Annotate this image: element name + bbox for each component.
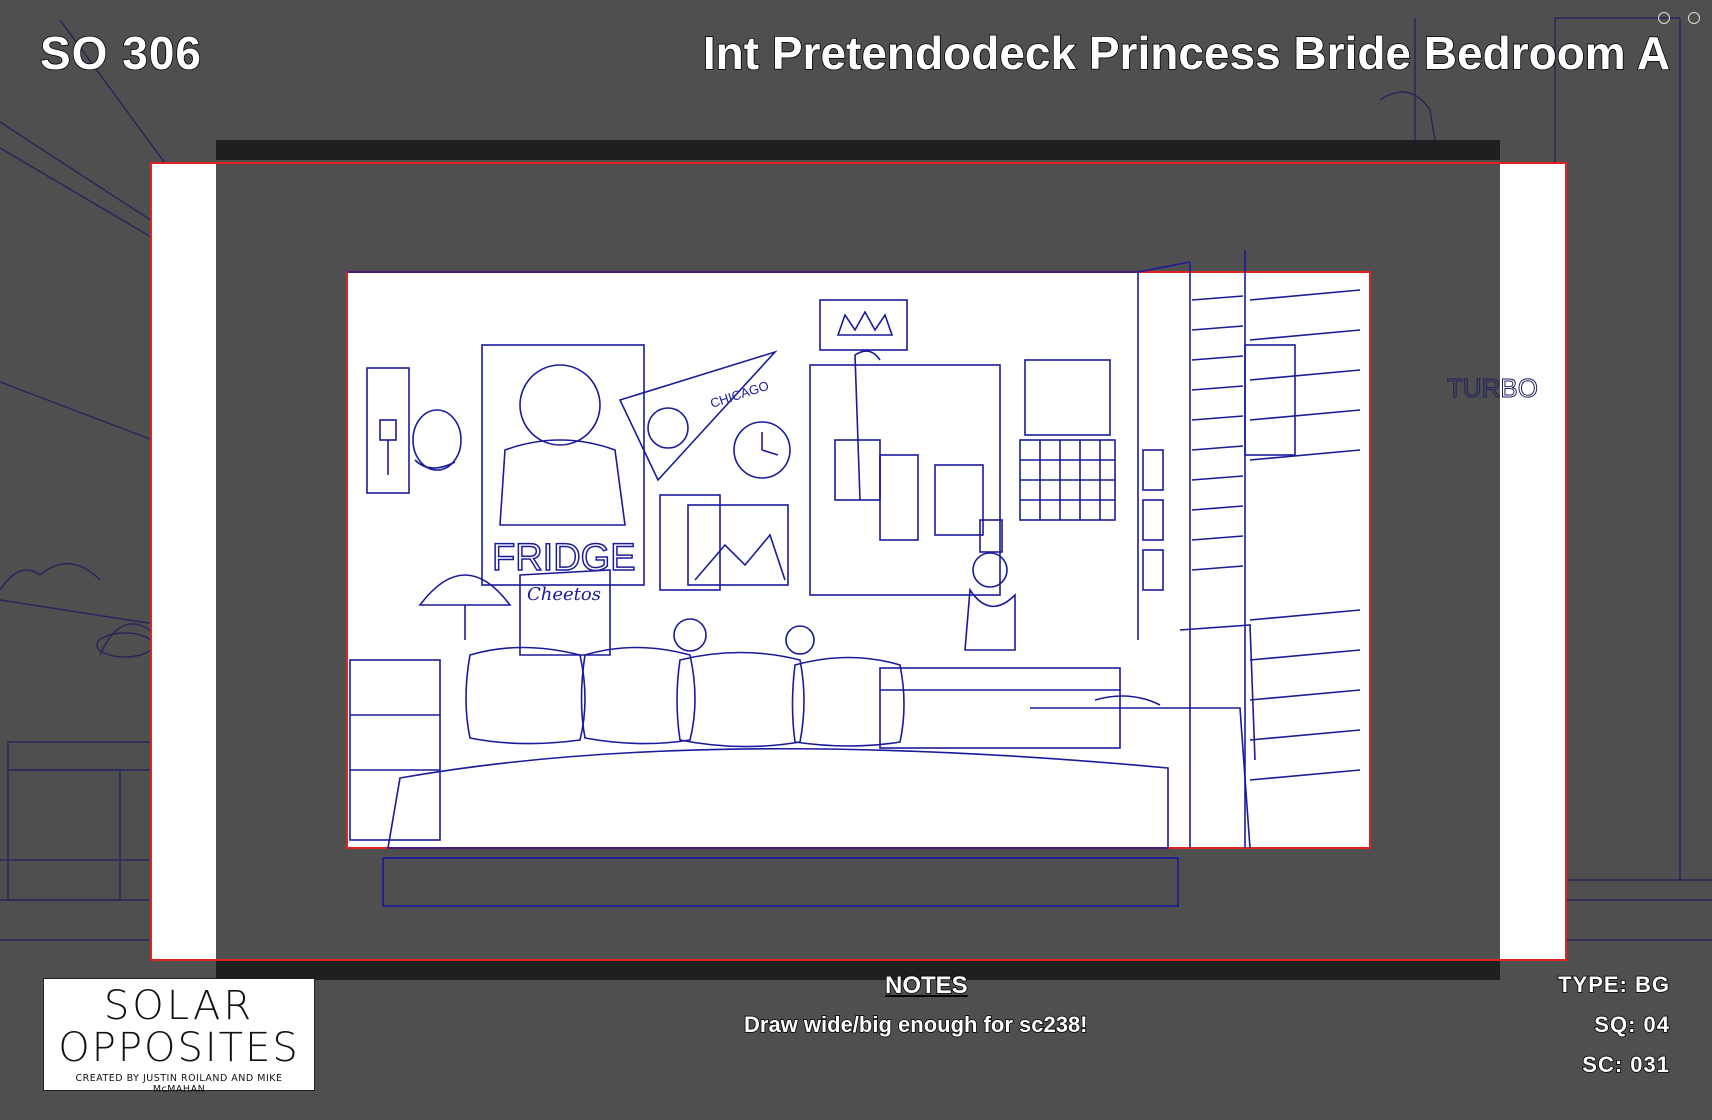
scene-title: Int Pretendodeck Princess Bride Bedroom … — [702, 26, 1671, 80]
scene-number-label: SC: 031 — [1581, 1051, 1670, 1078]
fridge-poster-text: FRIDGE — [492, 537, 636, 579]
show-logo: SOLAR OPPOSITES CREATED BY JUSTIN ROILAN… — [43, 978, 315, 1095]
episode-code: SO 306 — [39, 26, 202, 80]
logo-line-2: OPPOSITES — [58, 1025, 300, 1071]
info-icon[interactable] — [1658, 12, 1670, 24]
notes-text: Draw wide/big enough for sc238! — [743, 1011, 1088, 1038]
window-controls — [1658, 12, 1700, 24]
sequence-label: SQ: 04 — [1594, 1011, 1670, 1038]
logo-credit: CREATED BY JUSTIN ROILAND AND MIKE McMAH… — [75, 1073, 283, 1095]
turbo-poster-text: TURBO — [1447, 373, 1538, 403]
notes-heading: NOTES — [884, 971, 968, 1000]
background-layout-artwork: FRIDGE Cheetos CHICAGO TURBO — [0, 17, 1712, 980]
type-label: TYPE: BG — [1557, 971, 1670, 998]
logo-line-1: SOLAR — [103, 983, 255, 1029]
chips-bag-text: Cheetos — [527, 584, 601, 605]
expand-icon[interactable] — [1688, 12, 1700, 24]
